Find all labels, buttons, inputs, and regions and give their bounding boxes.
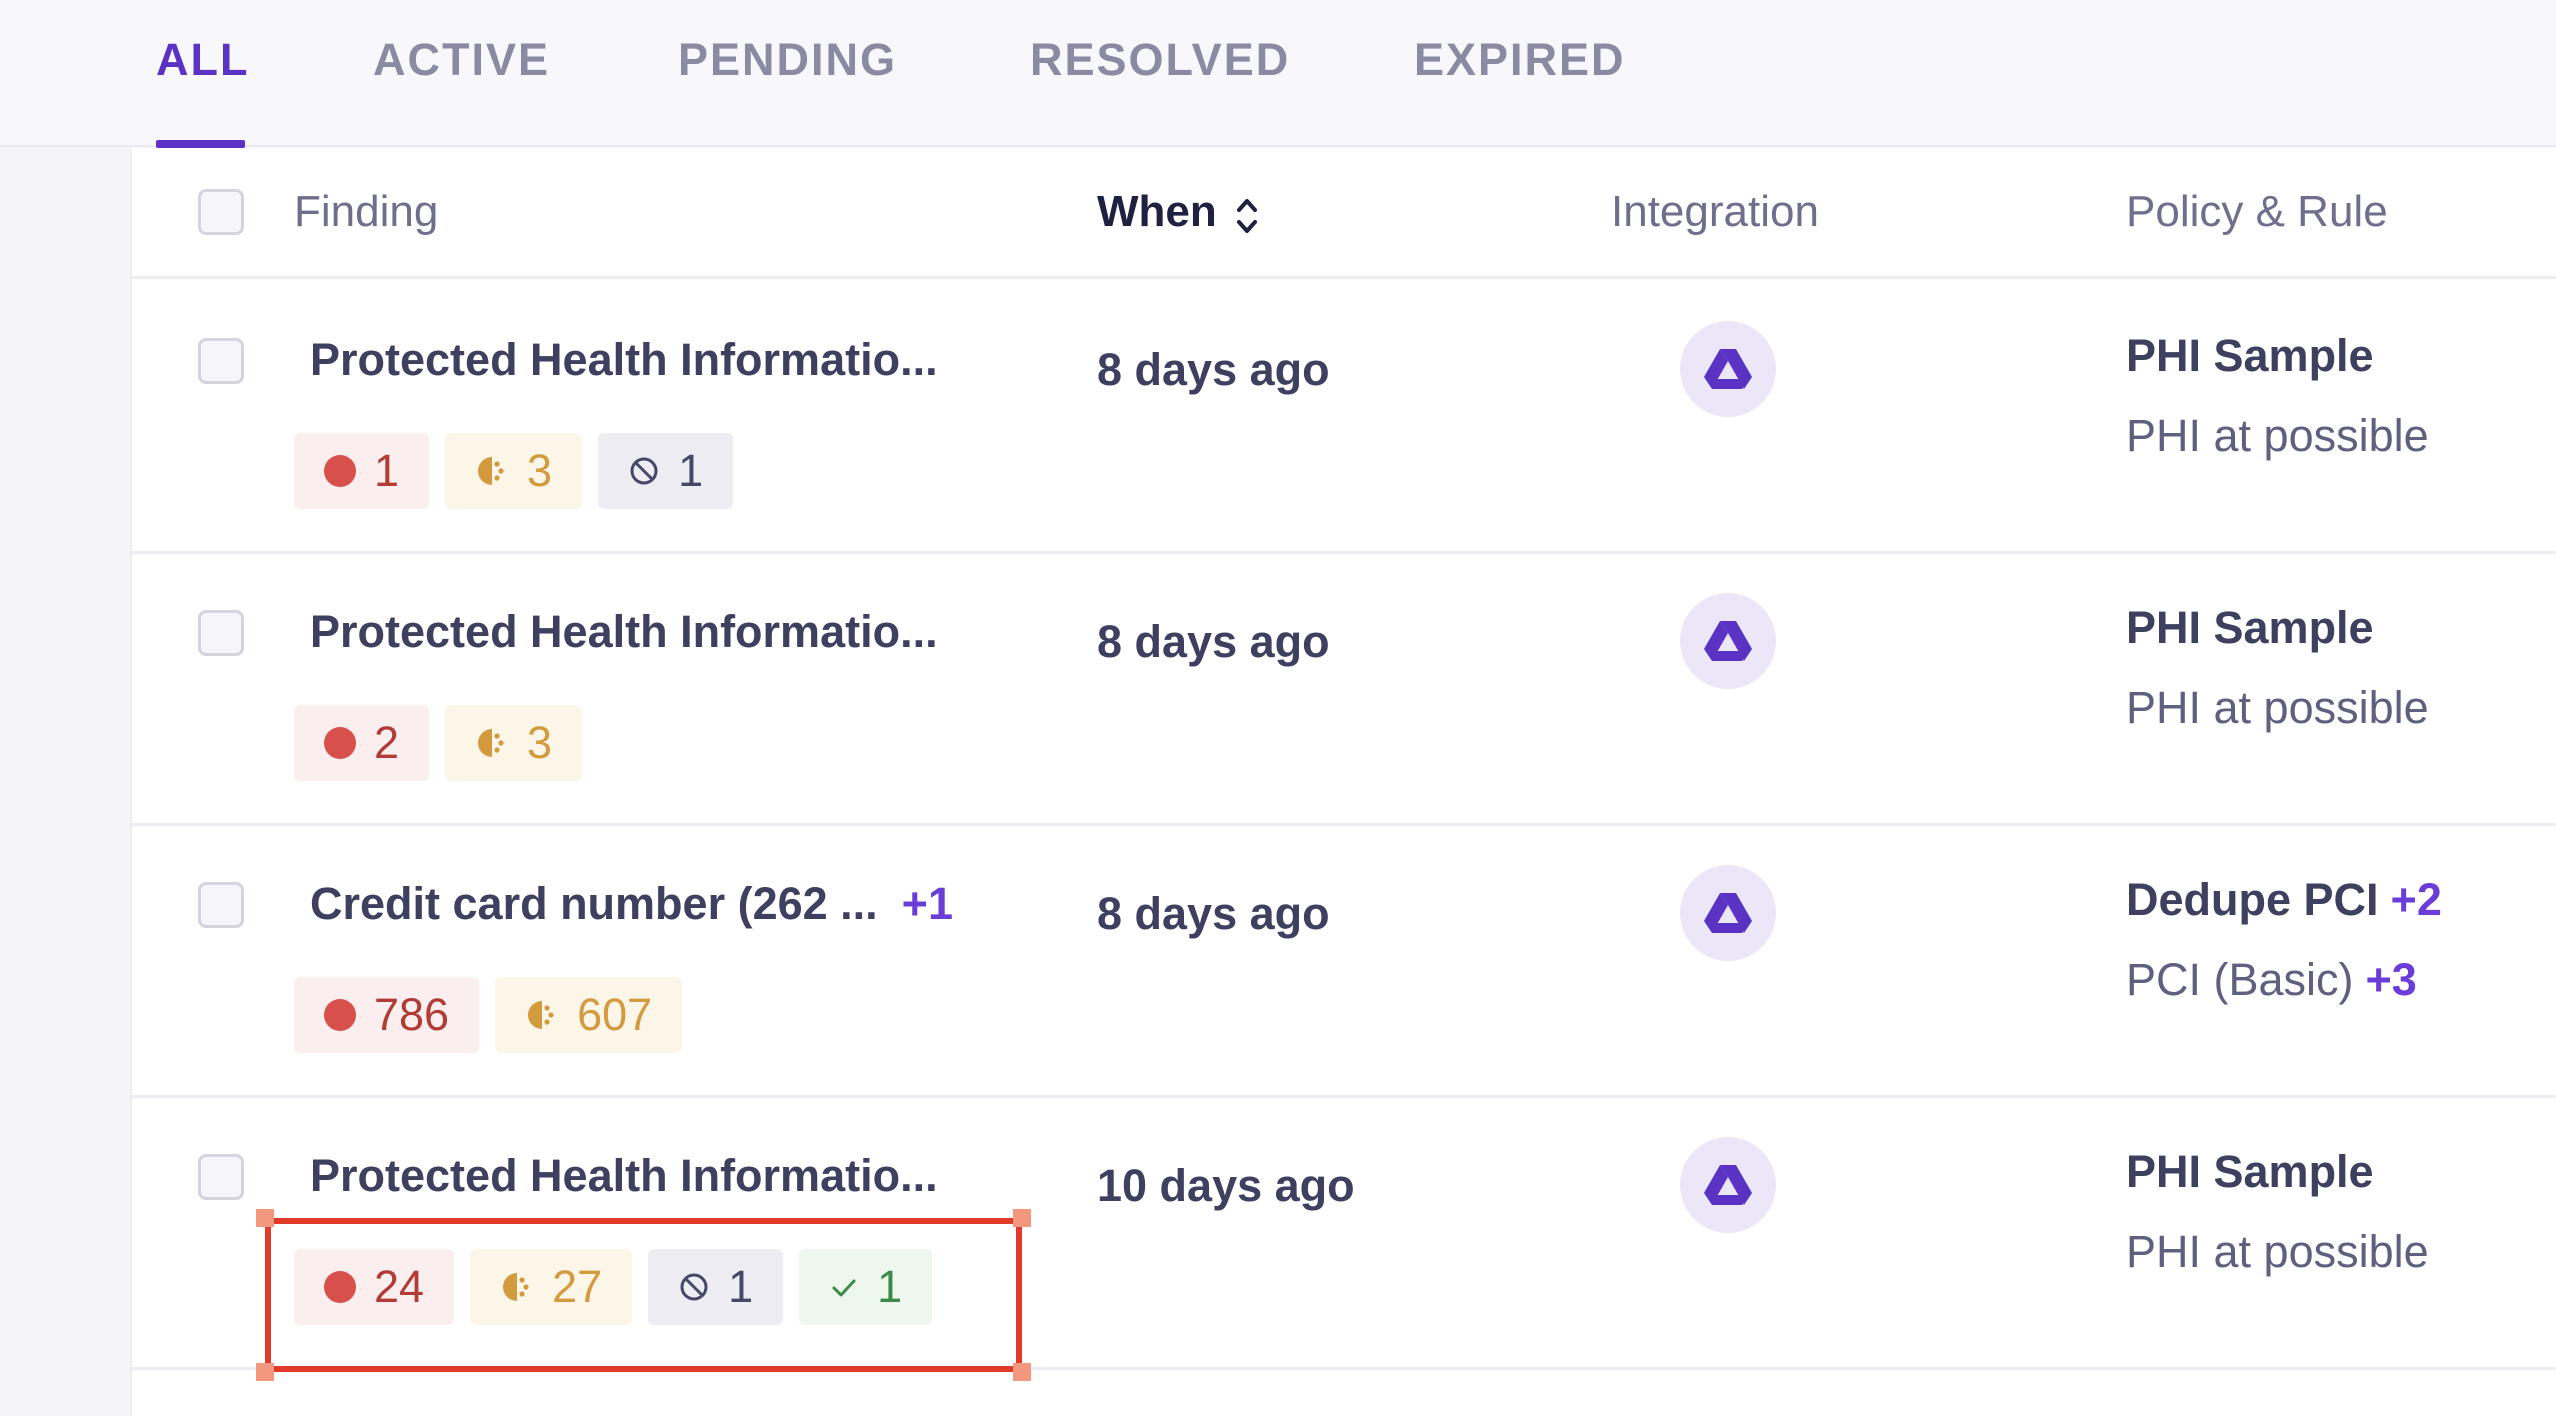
row-checkbox[interactable] bbox=[198, 1154, 244, 1200]
policy-name[interactable]: PHI Sample bbox=[2126, 602, 2374, 654]
when-value: 8 days ago bbox=[1097, 616, 1330, 667]
google-drive-icon bbox=[1680, 865, 1776, 961]
rule-name[interactable]: PCI (Basic) +3 bbox=[2126, 954, 2417, 1006]
sort-icon[interactable] bbox=[1232, 195, 1262, 237]
rule-name[interactable]: PHI at possible bbox=[2126, 682, 2429, 734]
critical-dot-icon bbox=[324, 455, 356, 487]
ignored-count: 1 bbox=[678, 445, 704, 496]
rule-label: PHI at possible bbox=[2126, 410, 2429, 461]
header-finding[interactable]: Finding bbox=[294, 187, 438, 237]
rule-name[interactable]: PHI at possible bbox=[2126, 1226, 2429, 1278]
tab-active[interactable]: ACTIVE bbox=[373, 34, 550, 86]
finding-label: Protected Health Informatio... bbox=[310, 606, 938, 657]
status-tabs: ALL ACTIVE PENDING RESOLVED EXPIRED bbox=[0, 0, 2556, 148]
critical-badge: 786 bbox=[294, 977, 480, 1053]
half-circle-icon bbox=[478, 457, 504, 485]
finding-label: Protected Health Informatio... bbox=[310, 334, 938, 385]
finding-name[interactable]: Protected Health Informatio... bbox=[310, 1150, 938, 1202]
rule-name[interactable]: PHI at possible bbox=[2126, 410, 2429, 462]
google-drive-icon bbox=[1680, 321, 1776, 417]
highlight-box bbox=[265, 1218, 1022, 1372]
rule-more-count[interactable]: +3 bbox=[2366, 954, 2417, 1005]
tab-expired[interactable]: EXPIRED bbox=[1414, 34, 1626, 86]
policy-name[interactable]: PHI Sample bbox=[2126, 330, 2374, 382]
row-checkbox[interactable] bbox=[198, 338, 244, 384]
row-checkbox[interactable] bbox=[198, 610, 244, 656]
policy-name[interactable]: Dedupe PCI +2 bbox=[2126, 874, 2442, 926]
google-drive-icon bbox=[1680, 1137, 1776, 1233]
policy-label: Dedupe PCI bbox=[2126, 874, 2379, 925]
header-integration[interactable]: Integration bbox=[1611, 187, 1819, 237]
blocked-icon bbox=[630, 457, 658, 485]
tab-pending[interactable]: PENDING bbox=[678, 34, 897, 86]
when-value: 8 days ago bbox=[1097, 344, 1330, 395]
finding-name[interactable]: Credit card number (262 ... +1 bbox=[310, 878, 953, 930]
highlight-handle bbox=[256, 1209, 274, 1227]
rule-label: PHI at possible bbox=[2126, 1226, 2429, 1277]
severity-badges: 786 607 bbox=[294, 977, 683, 1053]
critical-count: 2 bbox=[374, 717, 400, 768]
finding-label: Protected Health Informatio... bbox=[310, 1150, 938, 1201]
finding-name[interactable]: Protected Health Informatio... bbox=[310, 334, 938, 386]
when-value: 8 days ago bbox=[1097, 888, 1330, 939]
table-row[interactable]: Credit card number (262 ... +1 786 607 8 … bbox=[132, 826, 2556, 1098]
critical-dot-icon bbox=[324, 727, 356, 759]
select-all-checkbox[interactable] bbox=[198, 189, 244, 235]
table-row[interactable]: Protected Health Informatio... 1 3 1 8 d… bbox=[132, 282, 2556, 554]
partial-badge: 3 bbox=[445, 433, 583, 509]
policy-label: PHI Sample bbox=[2126, 330, 2374, 381]
finding-label: Credit card number (262 ... bbox=[310, 878, 878, 929]
critical-badge: 1 bbox=[294, 433, 430, 509]
highlight-handle bbox=[256, 1363, 274, 1381]
tab-all[interactable]: ALL bbox=[156, 34, 249, 86]
partial-count: 3 bbox=[527, 717, 553, 768]
severity-badges: 2 3 bbox=[294, 705, 583, 781]
row-checkbox[interactable] bbox=[198, 882, 244, 928]
policy-more-count[interactable]: +2 bbox=[2391, 874, 2442, 925]
critical-count: 786 bbox=[374, 989, 450, 1040]
rule-label: PHI at possible bbox=[2126, 682, 2429, 733]
policy-name[interactable]: PHI Sample bbox=[2126, 1146, 2374, 1198]
when-value: 10 days ago bbox=[1097, 1160, 1355, 1211]
half-circle-icon bbox=[528, 1001, 554, 1029]
highlight-handle bbox=[1013, 1209, 1031, 1227]
tab-resolved[interactable]: RESOLVED bbox=[1030, 34, 1290, 86]
partial-count: 3 bbox=[527, 445, 553, 496]
half-circle-icon bbox=[478, 729, 504, 757]
partial-count: 607 bbox=[577, 989, 653, 1040]
critical-count: 1 bbox=[374, 445, 400, 496]
ignored-badge: 1 bbox=[598, 433, 734, 509]
finding-more-count[interactable]: +1 bbox=[902, 878, 953, 929]
rule-label: PCI (Basic) bbox=[2126, 954, 2354, 1005]
left-gutter bbox=[0, 149, 130, 1416]
critical-badge: 2 bbox=[294, 705, 430, 781]
header-policy-rule[interactable]: Policy & Rule bbox=[2126, 187, 2388, 237]
header-when[interactable]: When bbox=[1097, 187, 1217, 237]
policy-label: PHI Sample bbox=[2126, 602, 2374, 653]
severity-badges: 1 3 1 bbox=[294, 433, 734, 509]
partial-badge: 607 bbox=[495, 977, 683, 1053]
policy-label: PHI Sample bbox=[2126, 1146, 2374, 1197]
google-drive-icon bbox=[1680, 593, 1776, 689]
partial-badge: 3 bbox=[445, 705, 583, 781]
finding-name[interactable]: Protected Health Informatio... bbox=[310, 606, 938, 658]
critical-dot-icon bbox=[324, 999, 356, 1031]
active-tab-indicator bbox=[156, 140, 245, 148]
table-header: Finding When Integration Policy & Rule bbox=[132, 149, 2556, 279]
table-row[interactable]: Protected Health Informatio... 2 3 8 day… bbox=[132, 554, 2556, 826]
highlight-handle bbox=[1013, 1363, 1031, 1381]
